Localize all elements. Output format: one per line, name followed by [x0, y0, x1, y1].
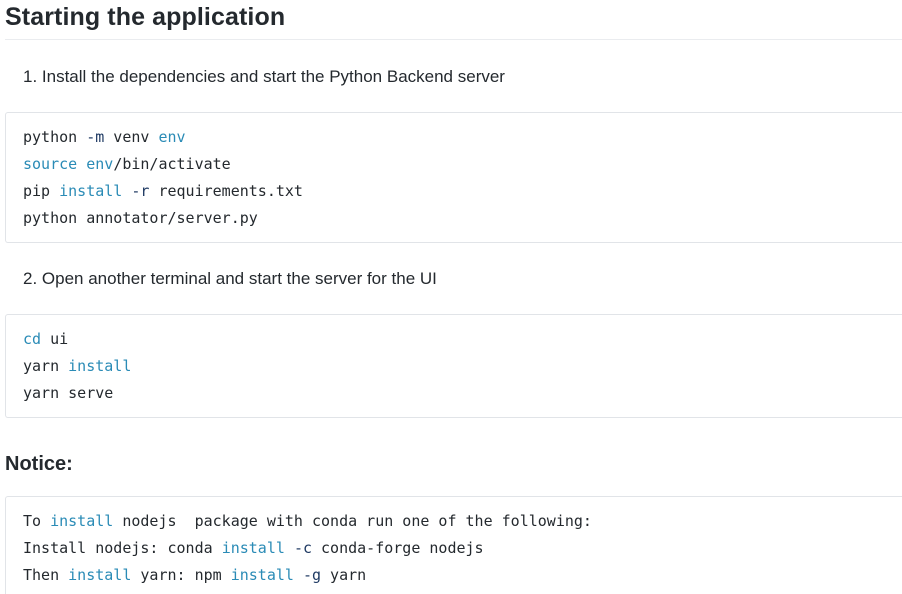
code-line: Install nodejs: conda install -c conda-f… — [23, 535, 484, 562]
code-line: yarn install — [23, 353, 131, 380]
code-block-ui[interactable]: cd ui yarn install yarn serve — [5, 314, 902, 418]
code-token: nodejs package with conda run one of the… — [113, 512, 592, 530]
code-line: python annotator/server.py — [23, 205, 258, 232]
code-token: Install nodejs: conda — [23, 539, 222, 557]
code-block-notice[interactable]: To install nodejs package with conda run… — [5, 496, 902, 594]
code-token: python annotator/server.py — [23, 209, 258, 227]
code-token: conda-forge nodejs — [312, 539, 484, 557]
code-token: /bin/activate — [113, 155, 231, 173]
code-token: env — [86, 155, 114, 173]
code-token: -m — [86, 128, 105, 146]
code-token: requirements.txt — [149, 182, 303, 200]
code-token: env — [158, 128, 186, 146]
code-token: install — [68, 566, 132, 584]
code-token: To — [23, 512, 51, 530]
code-token: yarn — [23, 357, 69, 375]
code-line: cd ui — [23, 326, 68, 353]
code-line: Then install yarn: npm install -g yarn — [23, 562, 366, 589]
code-token: yarn: npm — [131, 566, 231, 584]
step-1-label: 1. Install the dependencies and start th… — [23, 67, 505, 86]
code-token: -c — [293, 539, 312, 557]
code-token: install — [68, 357, 132, 375]
code-token: python — [23, 128, 87, 146]
code-token: yarn serve — [23, 384, 114, 402]
code-token: -r — [131, 182, 150, 200]
code-line: To install nodejs package with conda run… — [23, 508, 592, 535]
code-token: yarn — [321, 566, 367, 584]
code-token: Then — [23, 566, 69, 584]
notice-heading: Notice: — [5, 453, 73, 475]
code-token: pip — [23, 182, 60, 200]
code-line: python -m venv env — [23, 124, 186, 151]
code-token: install — [221, 539, 285, 557]
code-token: source — [23, 155, 78, 173]
code-line: pip install -r requirements.txt — [23, 178, 303, 205]
code-token: ui — [41, 330, 69, 348]
code-token: install — [59, 182, 123, 200]
code-token: cd — [23, 330, 42, 348]
code-token: venv — [104, 128, 159, 146]
page-title: Starting the application — [5, 0, 902, 40]
code-block-backend[interactable]: python -m venv env source env/bin/activa… — [5, 112, 902, 243]
code-line: yarn serve — [23, 380, 113, 407]
code-token: install — [230, 566, 294, 584]
code-token: -g — [302, 566, 322, 584]
code-line: source env/bin/activate — [23, 151, 231, 178]
step-2-label: 2. Open another terminal and start the s… — [23, 269, 437, 288]
code-token: install — [50, 512, 114, 530]
